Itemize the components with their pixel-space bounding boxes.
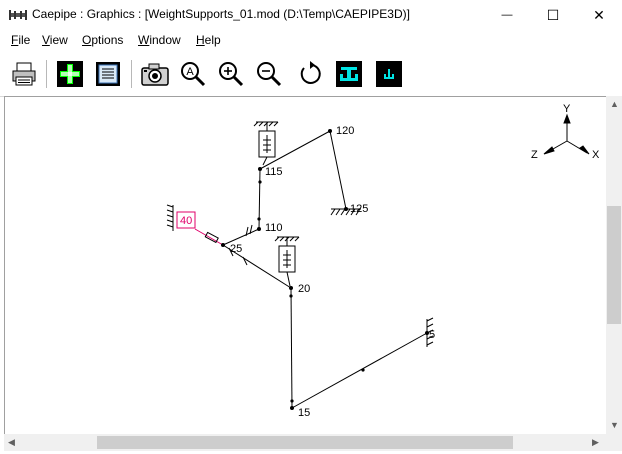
- svg-text:A: A: [186, 66, 194, 78]
- node-label-120: 120: [336, 125, 354, 137]
- zoom-all-icon: A: [181, 62, 206, 87]
- zoom-out-icon: [257, 62, 282, 87]
- maximize-icon: ☐: [546, 6, 560, 23]
- axis-label-z: Z: [531, 149, 538, 161]
- list-view-button[interactable]: [92, 58, 124, 90]
- print-button[interactable]: [8, 58, 40, 90]
- zoom-all-button[interactable]: A: [177, 58, 209, 90]
- node-label-25: 25: [230, 243, 242, 255]
- vertical-scroll-thumb[interactable]: [607, 206, 621, 324]
- node-label-110: 110: [265, 222, 283, 234]
- rotate-icon: [300, 61, 321, 84]
- menu-view[interactable]: View: [42, 33, 68, 47]
- toolbar: A: [0, 52, 622, 97]
- scroll-up-icon[interactable]: ▲: [610, 99, 619, 109]
- scroll-down-icon[interactable]: ▼: [610, 420, 619, 430]
- node-label-5: 5: [429, 329, 435, 341]
- close-icon: ✕: [593, 6, 605, 23]
- menu-file[interactable]: File: [11, 33, 30, 47]
- horizontal-scrollbar[interactable]: ◀ ▶: [4, 434, 606, 451]
- pipe-segment: [291, 332, 428, 409]
- maximize-button[interactable]: ☐: [530, 0, 576, 30]
- title-bar: Caepipe : Graphics : [WeightSupports_01.…: [0, 0, 622, 30]
- window-title: Caepipe : Graphics : [WeightSupports_01.…: [32, 7, 410, 21]
- valve-icon: [204, 231, 219, 244]
- node-label-20: 20: [298, 283, 310, 295]
- hanger-icon: [274, 236, 300, 287]
- graphics-canvas[interactable]: Y Z X 120 115 125 110 40 25 20 15 5: [4, 96, 607, 435]
- toolbar-separator: [46, 60, 47, 88]
- axis-triad: [543, 113, 590, 155]
- vertical-scrollbar[interactable]: ▲ ▼: [606, 96, 622, 434]
- scrollbar-corner: [606, 434, 622, 451]
- printer-icon: [12, 62, 36, 86]
- scroll-right-icon[interactable]: ▶: [592, 437, 599, 448]
- camera-button[interactable]: [139, 58, 171, 90]
- pipe-segment: [290, 287, 293, 409]
- menu-bar: File View Options Window Help: [0, 30, 622, 50]
- caepipe-app-icon: [9, 10, 27, 20]
- node-label-40: 40: [180, 215, 192, 227]
- axis-label-x: X: [592, 149, 600, 161]
- camera-icon: [141, 63, 169, 86]
- pipe-segment-highlighted: [194, 228, 224, 246]
- minimize-button[interactable]: —: [484, 0, 530, 30]
- piping-model-view[interactable]: Y Z X 120 115 125 110 40 25 20 15 5: [5, 97, 607, 435]
- add-button[interactable]: [54, 58, 86, 90]
- node-label-115: 115: [265, 166, 283, 178]
- hangers-button[interactable]: [373, 58, 405, 90]
- rotate-button[interactable]: [294, 58, 326, 90]
- hanger-icon: [253, 121, 279, 166]
- scroll-left-icon[interactable]: ◀: [8, 437, 15, 448]
- list-view-icon: [96, 62, 120, 86]
- add-icon: [57, 61, 83, 87]
- axis-label-y: Y: [563, 103, 571, 115]
- horizontal-scroll-thumb[interactable]: [97, 436, 513, 449]
- menu-window[interactable]: Window: [138, 33, 181, 47]
- toolbar-separator: [131, 60, 132, 88]
- zoom-in-button[interactable]: [215, 58, 247, 90]
- anchor-icon: [166, 204, 174, 231]
- hangers-icon: [376, 61, 402, 87]
- close-button[interactable]: ✕: [576, 0, 622, 30]
- node-label-15: 15: [298, 407, 310, 419]
- zoom-in-icon: [219, 62, 244, 87]
- pipe-segment: [329, 130, 347, 210]
- menu-options[interactable]: Options: [82, 33, 123, 47]
- node-label-125: 125: [350, 203, 368, 215]
- menu-help[interactable]: Help: [196, 33, 221, 47]
- minimize-icon: —: [501, 9, 513, 21]
- supports-icon: [336, 61, 362, 87]
- supports-button[interactable]: [333, 58, 365, 90]
- zoom-out-button[interactable]: [253, 58, 285, 90]
- node-markers: [221, 129, 429, 410]
